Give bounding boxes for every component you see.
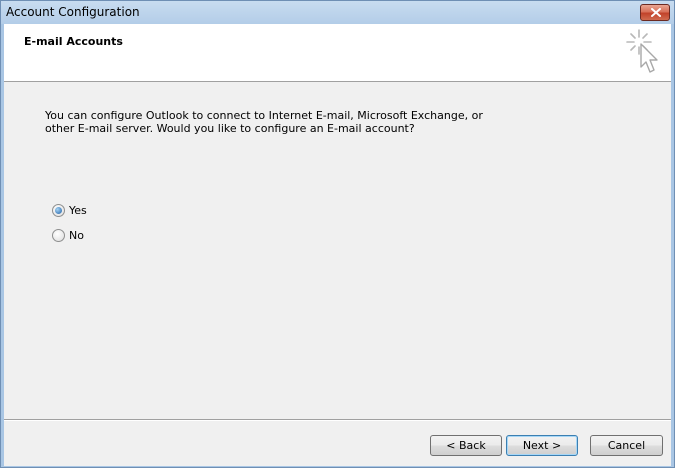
cancel-button[interactable]: Cancel — [590, 435, 663, 456]
account-configuration-window: Account Configuration E-mail Accounts Yo… — [0, 0, 675, 468]
radio-no-button[interactable] — [52, 228, 65, 242]
footer-separator — [4, 419, 671, 421]
close-icon — [651, 8, 661, 17]
back-button[interactable]: < Back — [430, 435, 502, 456]
configure-prompt: You can configure Outlook to connect to … — [45, 109, 483, 135]
title-bar[interactable]: Account Configuration — [1, 1, 674, 24]
window-title: Account Configuration — [6, 5, 140, 19]
dialog-client-area: E-mail Accounts You can configure Outloo… — [4, 24, 671, 466]
close-button[interactable] — [640, 4, 670, 21]
radio-yes-label[interactable]: Yes — [69, 204, 87, 217]
wizard-cursor-icon — [626, 29, 658, 73]
next-button[interactable]: Next > — [506, 435, 578, 456]
header-panel: E-mail Accounts — [4, 24, 671, 82]
page-title: E-mail Accounts — [24, 35, 123, 48]
radio-yes[interactable]: Yes — [52, 202, 87, 218]
radio-yes-button[interactable] — [52, 203, 65, 217]
radio-no[interactable]: No — [52, 227, 84, 243]
radio-no-label[interactable]: No — [69, 229, 84, 242]
